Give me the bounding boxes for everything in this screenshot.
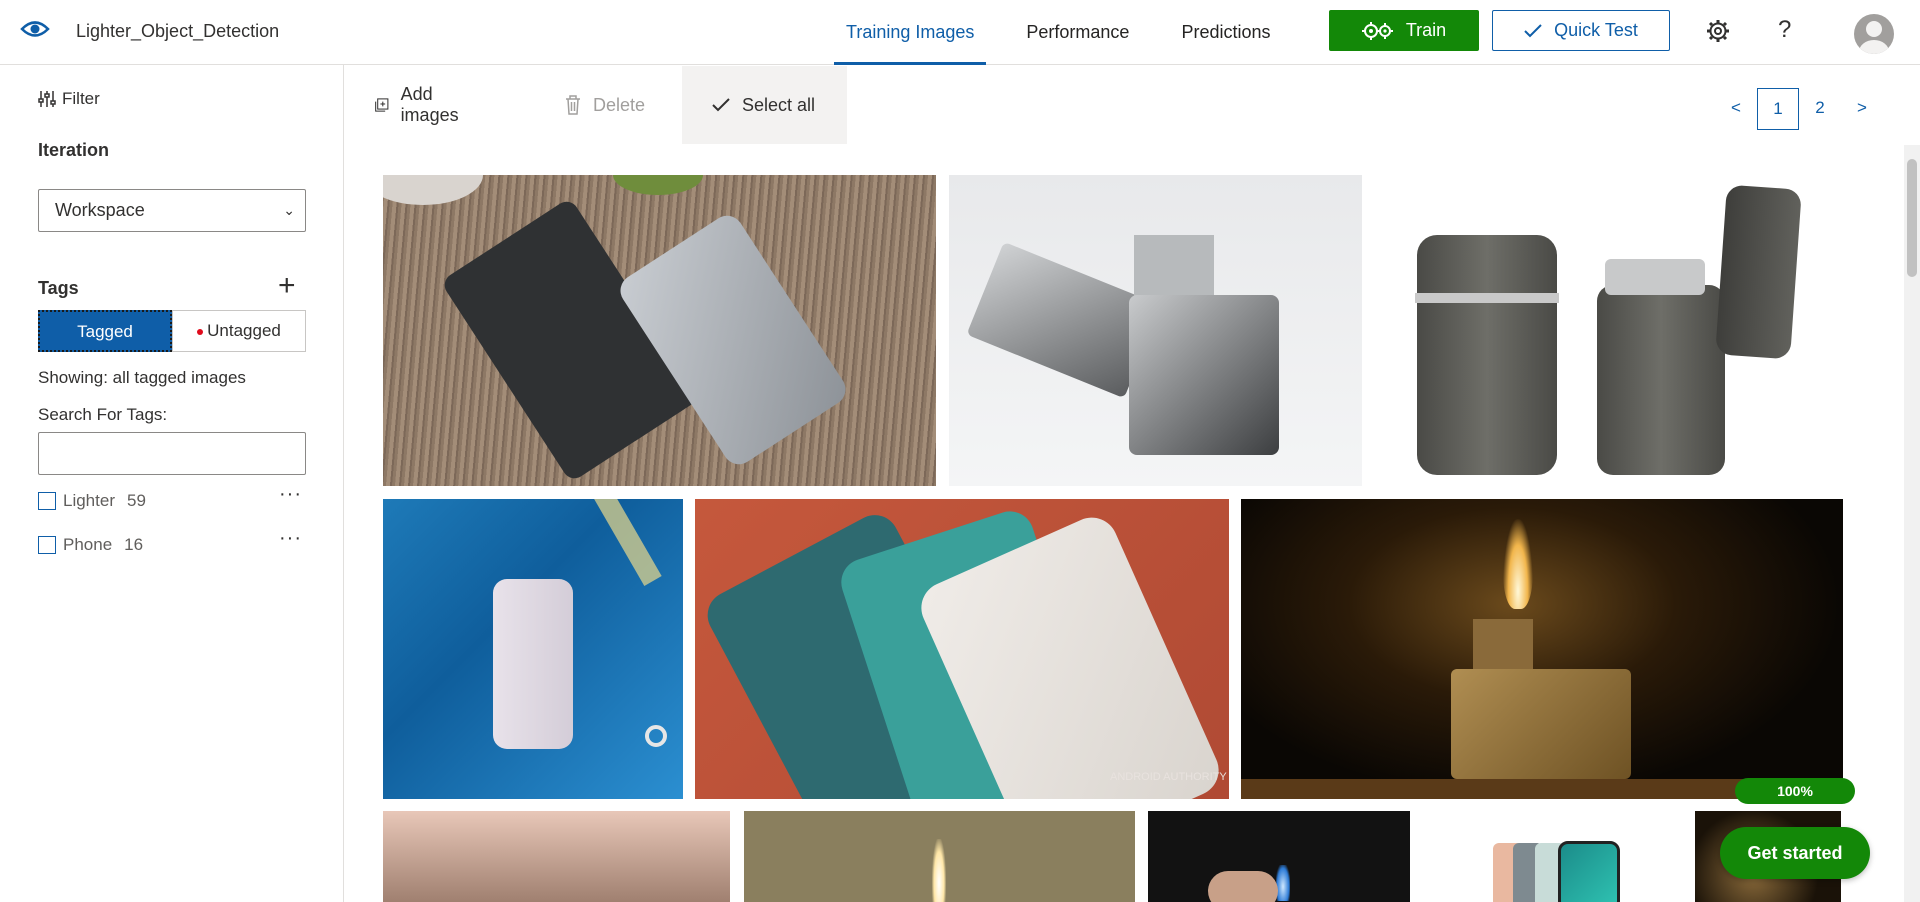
scrollbar-thumb[interactable] [1907,159,1917,277]
untagged-button[interactable]: Untagged [172,310,306,352]
iteration-value: Workspace [55,200,145,220]
tagged-button[interactable]: Tagged [38,310,172,352]
gallery-image[interactable] [744,811,1135,902]
more-options-icon[interactable]: ··· [279,527,302,550]
tag-count: 16 [124,535,144,554]
eye-logo-icon[interactable] [20,16,50,42]
chevron-down-icon: ⌄ [283,202,295,218]
gallery-image[interactable] [1148,811,1410,902]
gears-icon [1361,21,1393,40]
avatar[interactable] [1854,14,1894,54]
tag-checkbox[interactable] [38,492,56,510]
add-images-label: Add images [400,84,459,125]
iteration-select[interactable]: Workspace ⌄ [38,189,306,232]
gallery-image[interactable] [949,175,1362,486]
main-nav: Training Images Performance Predictions [820,0,1296,65]
top-bar: Lighter_Object_Detection Training Images… [0,0,1920,65]
add-tag-icon[interactable]: + [278,269,296,303]
gallery-image[interactable] [1241,499,1843,799]
get-started-button[interactable]: Get started [1720,827,1870,879]
pagination: < 1 2 > [1715,88,1883,130]
tag-name: Phone [63,535,113,554]
page-2-button[interactable]: 2 [1799,88,1841,130]
quick-test-label: Quick Test [1554,20,1638,40]
tag-checkbox[interactable] [38,536,56,554]
project-name[interactable]: Lighter_Object_Detection [76,21,279,42]
add-images-button[interactable]: Add images [375,66,465,144]
train-label: Train [1405,20,1447,40]
showing-text: Showing: all tagged images [38,368,246,387]
tag-row-lighter: Lighter 59 ··· [38,483,306,513]
sidebar: Filter Iteration Workspace ⌄ Tags + Tagg… [0,65,344,902]
tags-heading: Tags [38,278,79,298]
prev-page-button[interactable]: < [1715,88,1757,130]
select-all-label: Select all [742,94,816,115]
trash-icon [566,95,580,115]
filter-label: Filter [62,89,100,108]
search-tags-input[interactable] [38,432,306,475]
tab-predictions[interactable]: Predictions [1155,0,1296,65]
tagged-toggle: Tagged Untagged [38,310,306,352]
page-1-button[interactable]: 1 [1757,88,1799,130]
untagged-label: Untagged [207,321,281,340]
train-button[interactable]: Train [1329,10,1479,51]
more-options-icon[interactable]: ··· [279,483,302,506]
tab-training-images[interactable]: Training Images [820,0,1000,65]
quick-test-button[interactable]: Quick Test [1492,10,1670,51]
tag-count: 59 [126,491,146,510]
upload-progress-badge: 100% [1735,778,1855,804]
filter-sliders-icon [38,91,56,107]
next-page-button[interactable]: > [1841,88,1883,130]
checkmark-icon [712,98,730,112]
watermark: ANDROID AUTHORITY [1110,771,1227,783]
gallery-image[interactable]: ANDROID AUTHORITY [695,499,1229,799]
image-gallery: ANDROID AUTHORITY [383,175,1853,902]
iteration-heading: Iteration [38,140,110,160]
gallery-image[interactable] [1423,811,1657,902]
untagged-dot-icon [197,328,204,335]
gallery-image[interactable] [383,499,683,799]
tab-performance[interactable]: Performance [1000,0,1155,65]
select-all-button[interactable]: Select all [682,66,847,144]
search-tags-label: Search For Tags: [38,405,168,424]
tag-name: Lighter [63,491,115,510]
checkmark-icon [1524,23,1542,37]
delete-button[interactable]: Delete [565,66,645,144]
delete-label: Delete [593,94,646,115]
tag-row-phone: Phone 16 ··· [38,527,306,557]
help-icon[interactable]: ? [1778,16,1791,44]
gallery-image[interactable] [383,811,730,902]
gallery-scrollbar[interactable] [1904,145,1920,902]
filter-button[interactable]: Filter [38,89,100,109]
gallery-image[interactable] [383,175,936,486]
gear-icon[interactable] [1706,19,1730,43]
add-image-icon [375,98,389,112]
gallery-image[interactable] [1375,175,1853,486]
